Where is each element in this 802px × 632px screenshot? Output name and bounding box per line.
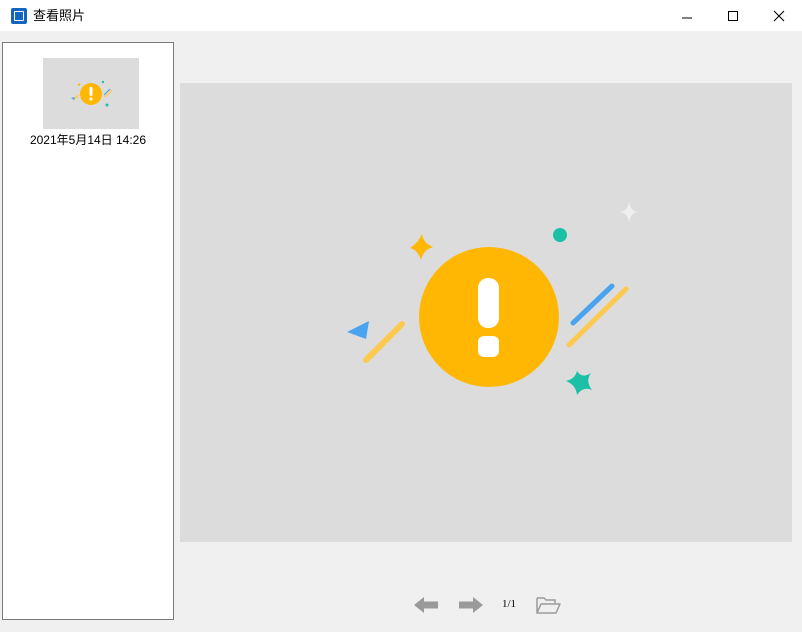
photo-viewer-canvas: [180, 83, 792, 542]
page-indicator: 1/1: [501, 598, 517, 610]
exclamation-dot: [478, 336, 499, 357]
blue-triangle-icon: [347, 321, 369, 339]
yellow-star-icon: [410, 234, 433, 260]
minimize-icon: [682, 17, 692, 18]
maximize-icon: [728, 10, 738, 21]
teal-dot: [553, 228, 567, 242]
photo-viewer-window: 查看照片 2021年5月14日 14:26 1/1: [0, 0, 802, 632]
photo-list-sidebar: 2021年5月14日 14:26: [2, 42, 174, 620]
teal-star-icon: [566, 371, 592, 395]
sparkle-icon: [620, 201, 638, 223]
open-folder-icon: [536, 597, 561, 614]
close-button[interactable]: [756, 0, 802, 31]
minimize-button[interactable]: [664, 0, 710, 31]
warning-illustration-thumbnail: [71, 80, 113, 107]
warning-illustration: [347, 201, 638, 395]
exclamation-bar: [478, 278, 499, 328]
next-photo-button[interactable]: [456, 594, 486, 616]
photo-viewer-app-icon: [11, 8, 27, 24]
right-arrow-icon: [459, 597, 483, 613]
left-arrow-icon: [414, 597, 438, 613]
close-icon: [773, 10, 785, 21]
blue-line-right: [570, 283, 615, 326]
open-folder-button[interactable]: [534, 594, 562, 616]
title-bar: 查看照片: [0, 0, 802, 31]
window-title: 查看照片: [33, 8, 86, 23]
previous-photo-button[interactable]: [411, 594, 441, 616]
photo-thumbnail[interactable]: [43, 58, 139, 129]
yellow-line-left: [363, 321, 405, 363]
maximize-button[interactable]: [710, 0, 756, 31]
photo-item-label: 2021年5月14日 14:26: [29, 133, 147, 147]
